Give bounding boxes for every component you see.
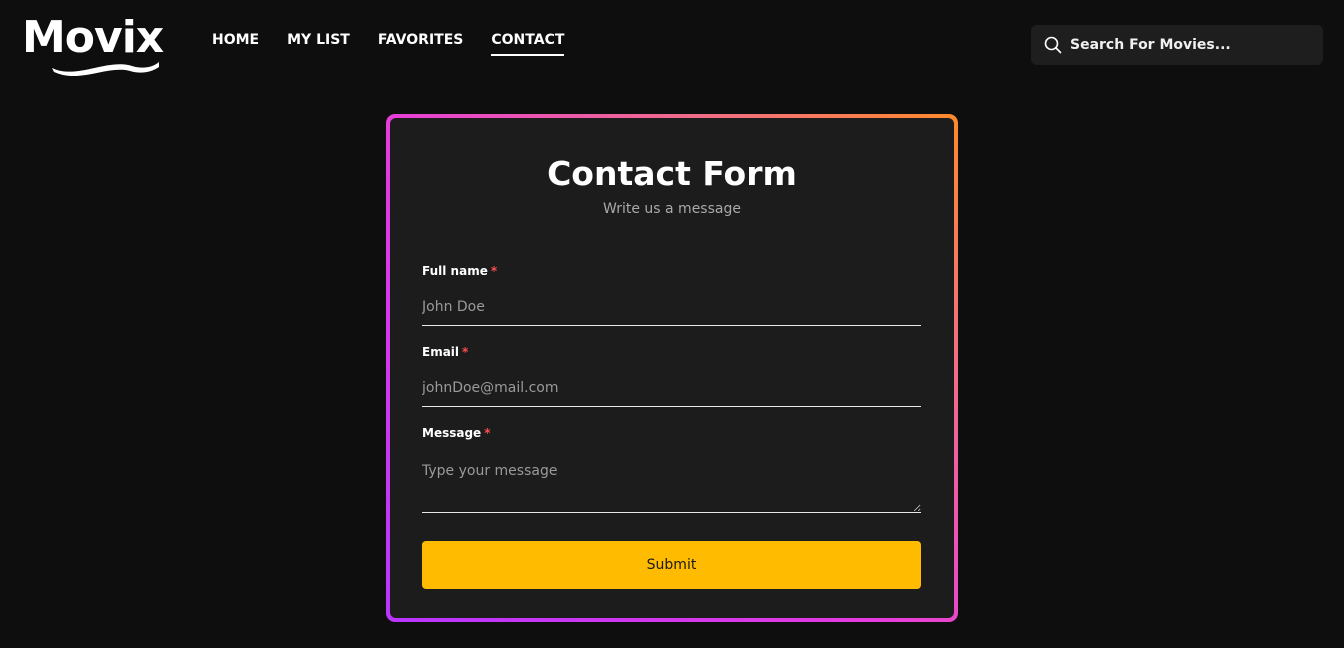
search-bar[interactable] bbox=[1031, 25, 1323, 65]
movix-logo[interactable]: Movix bbox=[22, 10, 164, 76]
email-label-text: Email bbox=[422, 345, 460, 359]
full-name-label: Full name * bbox=[422, 264, 497, 278]
search-input[interactable] bbox=[1070, 37, 1310, 53]
nav-home[interactable]: HOME bbox=[212, 32, 259, 56]
search-icon bbox=[1044, 36, 1062, 54]
full-name-input[interactable] bbox=[422, 288, 921, 326]
message-label-text: Message bbox=[422, 426, 482, 440]
required-marker: * bbox=[490, 264, 498, 278]
nav-favorites[interactable]: FAVORITES bbox=[378, 32, 464, 56]
form-subtitle: Write us a message bbox=[603, 201, 741, 217]
required-marker: * bbox=[484, 426, 491, 440]
full-name-label-text: Full name bbox=[422, 264, 488, 278]
email-label: Email * bbox=[422, 345, 468, 359]
logo-swoosh-icon bbox=[52, 62, 159, 76]
email-input[interactable] bbox=[422, 369, 921, 407]
top-header: Movix HOME MY LIST FAVORITES CONTACT bbox=[0, 0, 1344, 90]
message-label: Message * bbox=[422, 426, 490, 440]
message-textarea[interactable] bbox=[422, 450, 921, 513]
contact-form-border: Contact Form Write us a message Full nam… bbox=[386, 114, 958, 622]
nav-contact[interactable]: CONTACT bbox=[491, 32, 565, 56]
contact-form-card: Contact Form Write us a message Full nam… bbox=[390, 118, 954, 618]
required-marker: * bbox=[462, 345, 469, 359]
nav-my-list[interactable]: MY LIST bbox=[287, 32, 350, 56]
form-title: Contact Form bbox=[547, 154, 797, 193]
submit-button[interactable]: Submit bbox=[422, 541, 921, 589]
main-nav: HOME MY LIST FAVORITES CONTACT bbox=[212, 32, 592, 56]
